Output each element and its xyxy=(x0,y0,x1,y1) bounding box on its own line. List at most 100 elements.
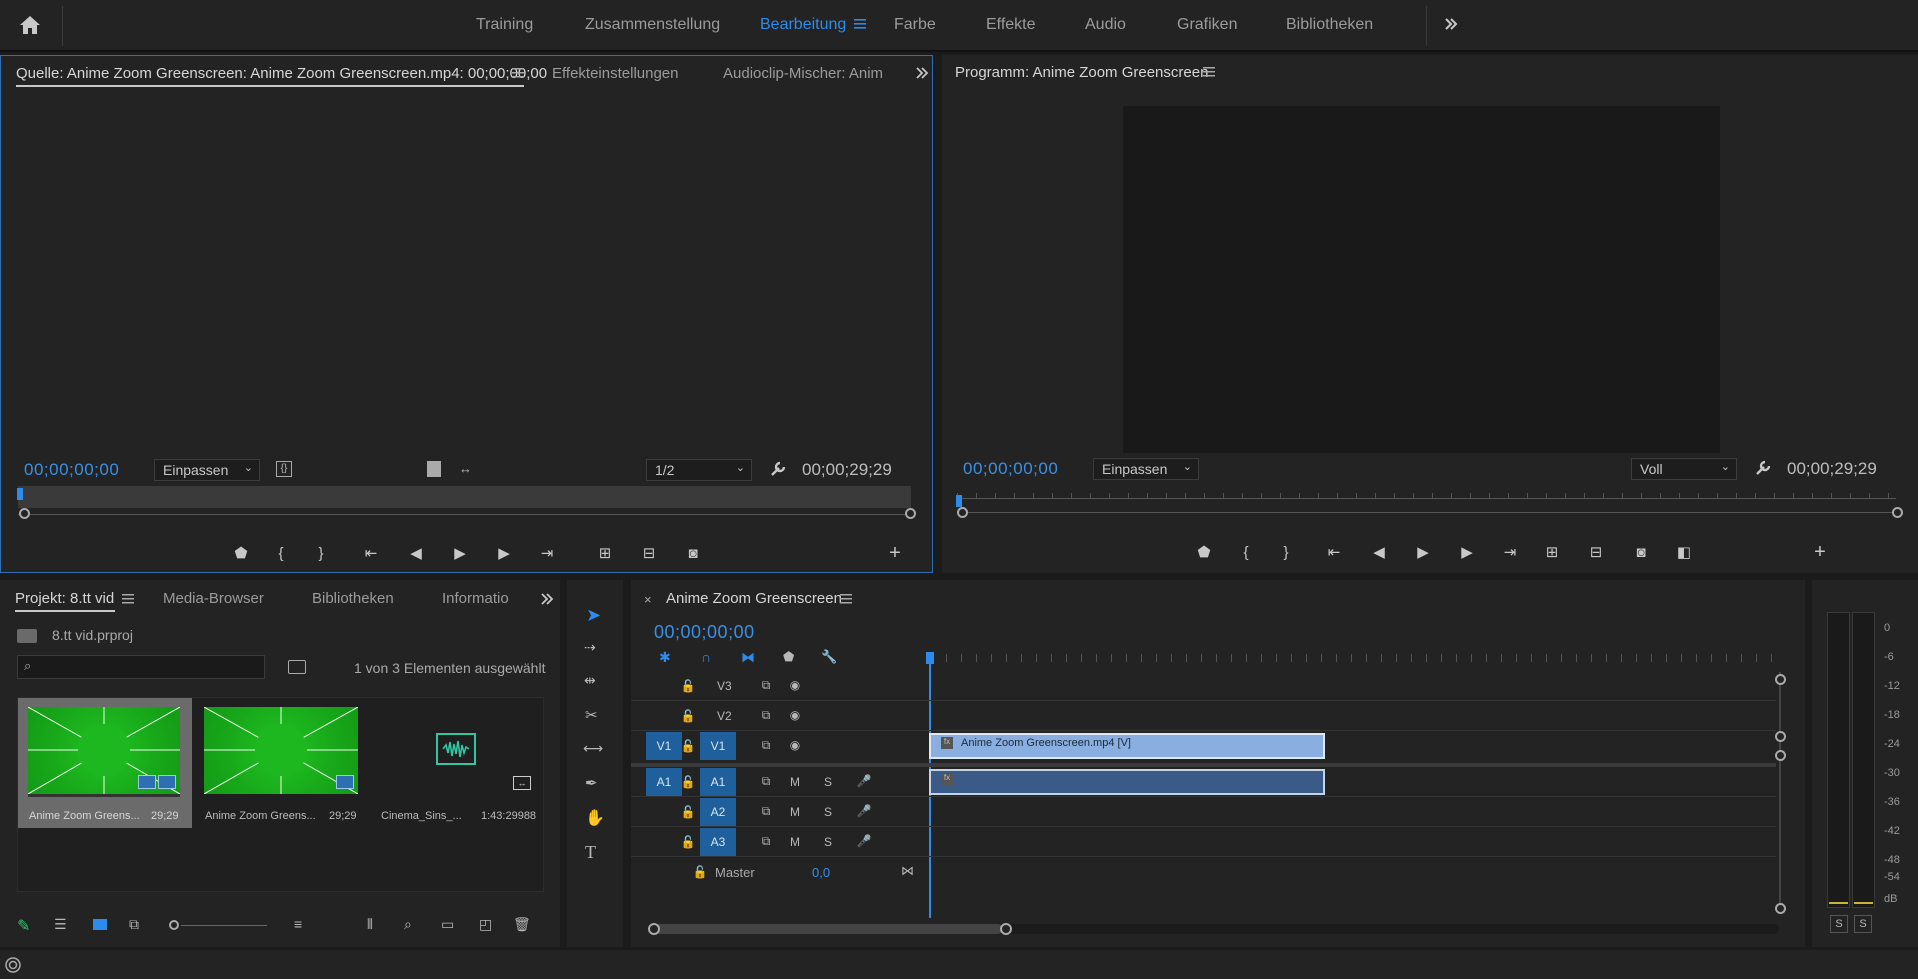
solo-right-button[interactable]: S xyxy=(1854,915,1872,933)
lock-icon[interactable]: 🔓 xyxy=(679,739,697,753)
ripple-edit-tool-icon[interactable]: ⇹ xyxy=(584,672,596,689)
export-frame-icon[interactable]: ◙ xyxy=(681,541,705,565)
tab-effect-controls[interactable]: Effekteinstellungen xyxy=(552,65,678,82)
tab-info[interactable]: Informatio xyxy=(442,590,512,607)
project-search-input[interactable]: ⌕ xyxy=(17,655,265,679)
mark-out-icon[interactable]: } xyxy=(1274,540,1298,564)
tab-media-browser[interactable]: Media-Browser xyxy=(163,590,264,607)
track-select-tool-icon[interactable]: ⇢ xyxy=(584,639,596,656)
step-back-icon[interactable]: ◀ xyxy=(1367,540,1391,564)
workspace-audio[interactable]: Audio xyxy=(1085,16,1126,34)
microphone-icon[interactable]: 🎤 xyxy=(855,834,873,848)
wrench-icon[interactable] xyxy=(769,460,787,478)
vertical-scrollbar[interactable] xyxy=(1779,672,1781,912)
solo-button[interactable]: S xyxy=(819,775,837,789)
tab-source[interactable]: Quelle: Anime Zoom Greenscreen: Anime Zo… xyxy=(16,65,547,82)
sync-lock-icon[interactable]: ⧉ xyxy=(757,678,775,693)
sync-lock-icon[interactable]: ⧉ xyxy=(757,774,775,789)
tab-sequence[interactable]: Anime Zoom Greenscreen xyxy=(666,590,842,607)
video-clip[interactable]: fx Anime Zoom Greenscreen.mp4 [V] xyxy=(929,733,1325,759)
creative-cloud-icon[interactable] xyxy=(4,956,22,974)
add-marker-icon[interactable]: ⬟ xyxy=(1192,540,1216,564)
lock-icon[interactable]: 🔓 xyxy=(679,679,697,693)
go-to-in-icon[interactable]: ⇤ xyxy=(359,541,383,565)
media-item-name[interactable]: Anime Zoom Greens... xyxy=(29,810,140,822)
program-resolution-dropdown[interactable]: Voll ⌄ xyxy=(1631,458,1737,480)
extract-icon[interactable]: ⊟ xyxy=(1584,540,1608,564)
button-editor-icon[interactable]: + xyxy=(1808,540,1832,564)
play-icon[interactable]: ▶ xyxy=(448,541,472,565)
scroll-handle[interactable] xyxy=(1775,674,1786,685)
panel-menu-icon[interactable] xyxy=(1203,66,1215,78)
lock-icon[interactable]: 🔓 xyxy=(679,835,697,849)
drag-video-audio-icon[interactable]: ↔ xyxy=(459,461,472,476)
workspace-grafiken[interactable]: Grafiken xyxy=(1177,16,1237,34)
panel-menu-icon[interactable] xyxy=(512,67,524,79)
solo-button[interactable]: S xyxy=(819,805,837,819)
video-thumbnail[interactable] xyxy=(28,707,180,794)
tab-project[interactable]: Projekt: 8.tt vid xyxy=(15,590,114,607)
eye-icon[interactable]: ◉ xyxy=(786,708,804,722)
microphone-icon[interactable]: 🎤 xyxy=(855,804,873,818)
program-current-time[interactable]: 00;00;00;00 xyxy=(963,459,1058,479)
wrench-icon[interactable]: 🔧 xyxy=(821,649,837,665)
slip-tool-icon[interactable]: ⟷ xyxy=(583,740,603,757)
timeline-playhead-head[interactable] xyxy=(926,652,934,664)
track-label[interactable]: V3 xyxy=(717,679,732,693)
step-forward-icon[interactable]: ▶ xyxy=(492,541,516,565)
hand-tool-icon[interactable]: ✋ xyxy=(585,808,605,828)
zoom-handle-right[interactable] xyxy=(1892,507,1903,518)
panel-menu-icon[interactable] xyxy=(122,593,134,605)
eye-icon[interactable]: ◉ xyxy=(786,678,804,692)
find-icon[interactable]: ⌕ xyxy=(404,916,412,933)
master-volume[interactable]: 0,0 xyxy=(812,865,830,880)
solo-button[interactable]: S xyxy=(819,835,837,849)
tab-audio-clip-mixer[interactable]: Audioclip-Mischer: Anime xyxy=(723,65,883,82)
source-patch-a1[interactable]: A1 xyxy=(646,768,682,796)
media-item-name[interactable]: Cinema_Sins_... xyxy=(381,810,462,822)
microphone-icon[interactable]: 🎤 xyxy=(855,774,873,788)
lock-icon[interactable]: 🔓 xyxy=(679,775,697,789)
sync-lock-icon[interactable]: ⧉ xyxy=(757,804,775,819)
scroll-handle[interactable] xyxy=(1775,750,1786,761)
insert-clip-icon[interactable]: ⊞ xyxy=(593,541,617,565)
add-marker-icon[interactable]: ⬟ xyxy=(229,541,253,565)
zoom-slider-handle[interactable] xyxy=(169,920,179,930)
bowtie-icon[interactable]: ⋈ xyxy=(901,863,914,879)
more-tabs-icon[interactable] xyxy=(540,592,554,606)
automate-to-sequence-icon[interactable]: ⫴ xyxy=(367,916,373,933)
track-target-v1[interactable]: V1 xyxy=(700,732,736,760)
mark-in-icon[interactable]: { xyxy=(269,541,293,565)
lock-icon[interactable]: 🔓 xyxy=(679,805,697,819)
go-to-out-icon[interactable]: ⇥ xyxy=(535,541,559,565)
track-target-a1[interactable]: A1 xyxy=(700,768,736,796)
icon-view-icon[interactable] xyxy=(93,919,107,930)
zoom-handle-left[interactable] xyxy=(957,507,968,518)
workspace-menu-icon[interactable] xyxy=(854,18,868,32)
sync-lock-icon[interactable]: ⧉ xyxy=(757,708,775,723)
timeline-ruler[interactable] xyxy=(931,654,1781,662)
overwrite-clip-icon[interactable]: ⊟ xyxy=(637,541,661,565)
selection-tool-icon[interactable]: ➤ xyxy=(586,605,601,626)
mute-button[interactable]: M xyxy=(786,775,804,789)
mute-button[interactable]: M xyxy=(786,805,804,819)
sync-lock-icon[interactable]: ⧉ xyxy=(757,738,775,753)
track-label[interactable]: V2 xyxy=(717,709,732,723)
zoom-slider-track[interactable] xyxy=(181,925,267,926)
go-to-out-icon[interactable]: ⇥ xyxy=(1498,540,1522,564)
workspace-bearbeitung[interactable]: Bearbeitung xyxy=(760,16,846,34)
source-patch-v1[interactable]: V1 xyxy=(646,732,682,760)
safe-margins-icon[interactable]: {} xyxy=(276,461,292,477)
step-forward-icon[interactable]: ▶ xyxy=(1455,540,1479,564)
pen-tool-icon[interactable]: ✒ xyxy=(585,774,598,792)
trash-icon[interactable]: 🗑 xyxy=(513,916,531,933)
audio-clip[interactable]: fx xyxy=(929,769,1325,795)
more-workspaces-icon[interactable] xyxy=(1443,16,1459,32)
source-zoom-bar[interactable] xyxy=(18,514,911,515)
more-tabs-icon[interactable] xyxy=(915,66,929,80)
mark-out-icon[interactable]: } xyxy=(309,541,333,565)
workspace-farbe[interactable]: Farbe xyxy=(894,16,936,34)
workspace-bibliotheken[interactable]: Bibliotheken xyxy=(1286,16,1373,34)
video-thumbnail[interactable] xyxy=(204,707,358,794)
timeline-current-time[interactable]: 00;00;00;00 xyxy=(654,622,755,643)
